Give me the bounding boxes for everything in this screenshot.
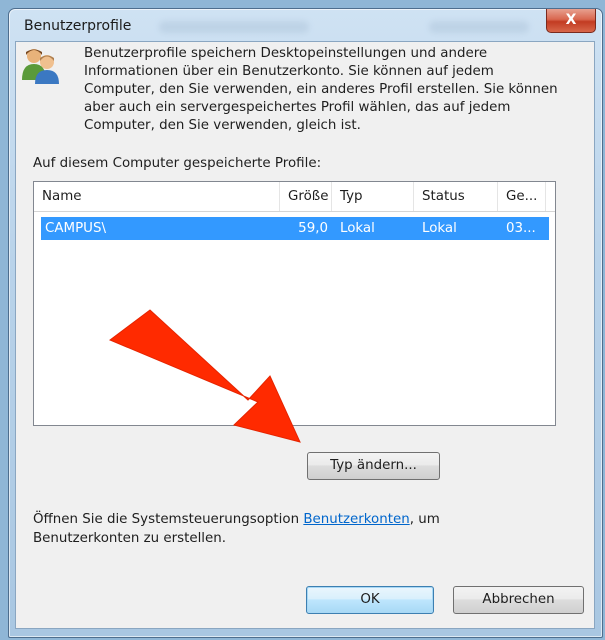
red-arrow-icon (109, 309, 301, 443)
